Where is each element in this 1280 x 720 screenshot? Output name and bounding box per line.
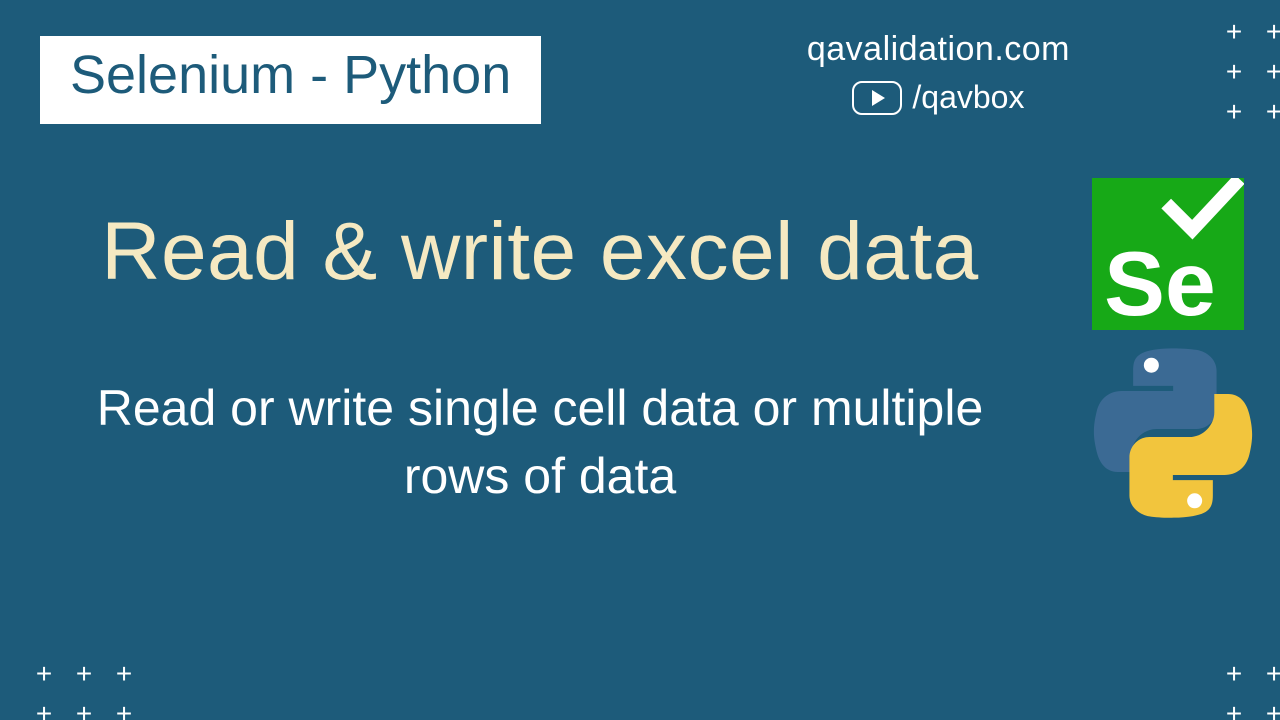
decoration-plus-grid: +++ +++ +++ (24, 654, 144, 720)
youtube-channel: /qavbox (912, 79, 1024, 116)
title-card-text: Selenium - Python (70, 44, 511, 106)
selenium-logo-icon: Se (1092, 178, 1244, 330)
decoration-plus-grid: +++ +++ +++ (1214, 12, 1280, 132)
youtube-icon (852, 81, 902, 115)
title-card: Selenium - Python (40, 36, 541, 124)
svg-text:Se: Se (1104, 233, 1216, 330)
brand-block: qavalidation.com /qavbox (807, 30, 1070, 116)
decoration-plus-grid: +++ +++ +++ (1214, 654, 1280, 720)
subtitle: Read or write single cell data or multip… (60, 375, 1020, 510)
main-heading: Read & write excel data (0, 205, 1080, 299)
site-url: qavalidation.com (807, 30, 1070, 69)
python-logo-icon (1088, 348, 1258, 518)
